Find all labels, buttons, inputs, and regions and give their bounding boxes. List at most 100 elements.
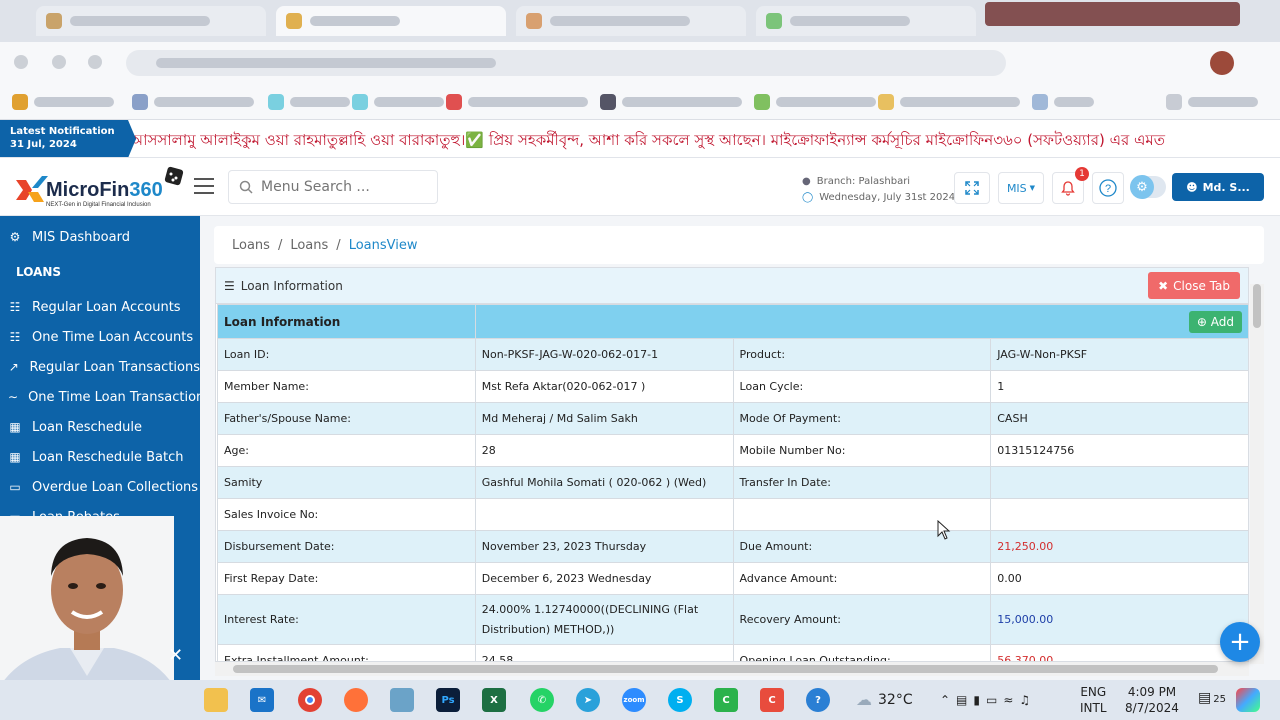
mail-icon[interactable]: ✉ xyxy=(250,688,274,712)
field-value: Mst Refa Aktar(020-062-017 ) xyxy=(474,370,734,403)
notepad-icon[interactable] xyxy=(390,688,414,712)
sidebar-item-mis-dashboard[interactable]: ⚙ MIS Dashboard xyxy=(0,222,200,252)
table-row: Disbursement Date: November 23, 2023 Thu… xyxy=(217,530,1248,563)
clock[interactable]: 4:09 PM 8/7/2024 xyxy=(1124,684,1180,716)
add-button[interactable]: ⊕ Add xyxy=(1188,310,1242,333)
notifications-button[interactable]: 1 xyxy=(1052,167,1089,204)
microfin-logo[interactable]: MicroFin360 NEXT-Gen in Digital Financia… xyxy=(14,166,186,210)
due-amount-value: 21,250.00 xyxy=(990,530,1248,563)
field-value: Gashful Mohila Somati ( 020-062 ) (Wed) xyxy=(474,466,734,499)
sidebar-section-loans: LOANS xyxy=(16,265,62,279)
field-label: Disbursement Date: xyxy=(217,530,476,563)
user-menu-button[interactable]: ☻ Md. S... xyxy=(1172,173,1264,201)
forward-icon[interactable] xyxy=(52,55,66,69)
sidebar-item-label: Regular Loan Transactions xyxy=(29,359,200,375)
list-icon: ☰ xyxy=(224,278,235,293)
branch-date: Wednesday, July 31st 2024 xyxy=(819,192,956,203)
sidebar-item-loan-reschedule-batch[interactable]: ▦ Loan Reschedule Batch xyxy=(0,442,200,472)
browser-tab-active[interactable] xyxy=(276,6,506,36)
fullscreen-button[interactable] xyxy=(954,172,990,204)
svg-text:MicroFin360: MicroFin360 xyxy=(46,179,163,201)
windows-taskbar: ✉ Ps X ✆ ➤ zoom S C C ? ☁ 32°C ⌃▤▮▭≈♫ EN… xyxy=(0,680,1280,720)
system-tray-icons[interactable]: ⌃▤▮▭≈♫ xyxy=(940,692,1036,708)
scrollbar-thumb[interactable] xyxy=(1253,284,1261,328)
bookmark-item[interactable] xyxy=(878,94,1020,110)
bookmark-item[interactable] xyxy=(1032,94,1094,110)
bookmark-item[interactable] xyxy=(600,94,742,110)
bookmark-item[interactable] xyxy=(268,94,350,110)
language-indicator[interactable]: ENG INTL xyxy=(1080,684,1107,716)
window-controls[interactable] xyxy=(985,2,1240,26)
sidebar-item-one-time-loan-transactions[interactable]: ∼ One Time Loan Transactions xyxy=(0,382,200,412)
notification-bar: আসসালামু আলাইকুম ওয়া রাহমাতুল্লাহি ওয়া… xyxy=(0,120,1280,158)
field-label: Due Amount: xyxy=(732,530,992,563)
firefox-icon[interactable] xyxy=(344,688,368,712)
close-icon: ✖ xyxy=(1158,278,1169,293)
sidebar-item-one-time-loan-accounts[interactable]: ☷ One Time Loan Accounts xyxy=(0,322,200,352)
tray-notif-count: 25 xyxy=(1213,694,1226,705)
excel-icon[interactable]: X xyxy=(482,688,506,712)
hamburger-menu-icon[interactable] xyxy=(194,178,214,194)
mis-dropdown[interactable]: MIS ▼ xyxy=(998,172,1044,204)
field-label: Member Name: xyxy=(217,370,476,403)
back-icon[interactable] xyxy=(14,55,28,69)
address-bar[interactable] xyxy=(126,50,1006,76)
sidebar-close-icon[interactable]: ✕ xyxy=(168,645,183,666)
bookmark-item[interactable] xyxy=(132,94,254,110)
profile-avatar[interactable] xyxy=(1210,51,1234,75)
file-explorer-icon[interactable] xyxy=(204,688,228,712)
menu-search-box[interactable] xyxy=(228,170,438,204)
field-value: 01315124756 xyxy=(990,434,1248,467)
bookmark-item[interactable] xyxy=(12,94,114,110)
line-chart-icon: ∼ xyxy=(8,390,19,404)
vertical-scrollbar[interactable] xyxy=(1250,284,1264,664)
scrollbar-thumb[interactable] xyxy=(233,665,1218,673)
sidebar-item-loan-reschedule[interactable]: ▦ Loan Reschedule xyxy=(0,412,200,442)
table-row: First Repay Date: December 6, 2023 Wedne… xyxy=(217,562,1248,595)
help-app-icon[interactable]: ? xyxy=(806,688,830,712)
bank-icon: ☷ xyxy=(9,300,21,314)
field-label: First Repay Date: xyxy=(217,562,476,595)
browser-tab[interactable] xyxy=(516,6,746,36)
zoom-icon[interactable]: zoom xyxy=(622,688,646,712)
breadcrumb-item-loans[interactable]: Loans xyxy=(232,238,270,253)
tab-favicon-icon xyxy=(46,13,62,29)
sidebar-item-regular-loan-transactions[interactable]: ↗ Regular Loan Transactions xyxy=(0,352,200,382)
clock-date: 8/7/2024 xyxy=(1125,701,1179,715)
camtasia-icon[interactable]: C xyxy=(714,688,738,712)
close-tab-button[interactable]: ✖ Close Tab xyxy=(1148,272,1240,299)
plus-circle-icon: ⊕ xyxy=(1196,314,1207,329)
chrome-icon[interactable] xyxy=(298,688,322,712)
field-value: November 23, 2023 Thursday xyxy=(474,530,734,563)
browser-tab[interactable] xyxy=(36,6,266,36)
telegram-icon[interactable]: ➤ xyxy=(576,688,600,712)
sidebar-item-regular-loan-accounts[interactable]: ☷ Regular Loan Accounts xyxy=(0,292,200,322)
bookmark-item[interactable] xyxy=(754,94,876,110)
skype-icon[interactable]: S xyxy=(668,688,692,712)
table-row: Member Name: Mst Refa Aktar(020-062-017 … xyxy=(217,370,1248,403)
whatsapp-icon[interactable]: ✆ xyxy=(530,688,554,712)
bank-icon: ☷ xyxy=(9,330,21,344)
sidebar-item-overdue-loan-collections[interactable]: ▭ Overdue Loan Collections xyxy=(0,472,200,502)
copilot-icon[interactable] xyxy=(1236,688,1260,712)
notification-center-icon[interactable]: ▤ 25 xyxy=(1198,690,1226,708)
help-button[interactable]: ? xyxy=(1092,172,1124,204)
photoshop-icon[interactable]: Ps xyxy=(436,688,460,712)
bookmark-item[interactable] xyxy=(352,94,444,110)
menu-search-input[interactable] xyxy=(261,179,421,195)
horizontal-scrollbar[interactable] xyxy=(215,662,1249,676)
bookmark-item[interactable] xyxy=(446,94,588,110)
mis-label: MIS xyxy=(1006,181,1027,195)
floating-add-button[interactable]: + xyxy=(1220,622,1260,662)
bookmark-item[interactable] xyxy=(1166,94,1258,110)
browser-tab-strip xyxy=(0,0,1280,42)
breadcrumb-item-loans-2[interactable]: Loans xyxy=(290,238,328,253)
field-label: Loan ID: xyxy=(217,338,476,371)
weather-widget[interactable]: ☁ 32°C xyxy=(856,692,913,709)
browser-tab[interactable] xyxy=(756,6,976,36)
camtasia-recorder-icon[interactable]: C xyxy=(760,688,784,712)
field-label: Father's/Spouse Name: xyxy=(217,402,476,435)
theme-toggle[interactable]: ⚙ xyxy=(1130,175,1166,199)
field-value: 56,370.00 xyxy=(990,644,1248,661)
reload-icon[interactable] xyxy=(88,55,102,69)
